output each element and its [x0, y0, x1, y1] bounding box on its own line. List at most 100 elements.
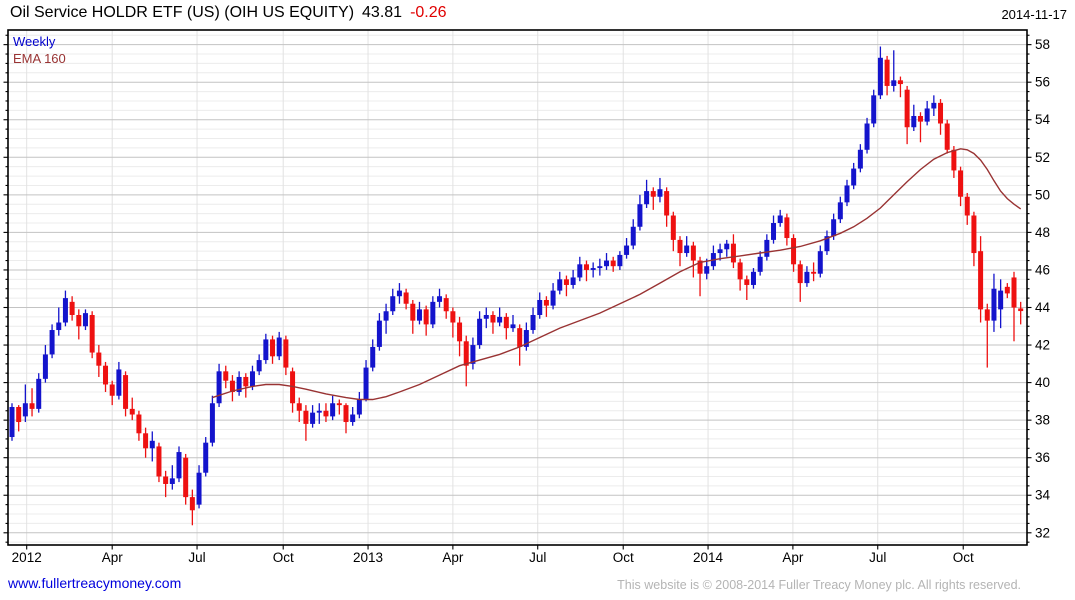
candle-wick: [512, 315, 514, 332]
candle-wick: [58, 307, 60, 336]
candle-down: [443, 298, 449, 312]
candle-up: [249, 371, 255, 387]
candle-down: [730, 243, 736, 263]
x-tick-label: 2013: [353, 550, 383, 565]
candle-down: [958, 170, 964, 197]
candle-up: [804, 271, 810, 284]
candle-down: [938, 102, 944, 124]
candle-up: [216, 371, 222, 404]
y-tick-label: 44: [1035, 300, 1051, 315]
x-tick-label: Jul: [188, 550, 205, 565]
candle-down: [971, 215, 977, 254]
candle-down: [129, 408, 135, 415]
y-tick-label: 40: [1035, 375, 1050, 390]
candle-up: [837, 202, 843, 220]
candle-down: [884, 59, 890, 86]
candle-down: [583, 264, 589, 270]
candle-down: [944, 123, 950, 150]
candle-wick: [565, 275, 568, 297]
candle-down: [744, 279, 750, 285]
candle-down: [76, 315, 82, 327]
candle-up: [871, 95, 877, 124]
y-tick-label: 42: [1035, 338, 1050, 353]
candle-down: [69, 301, 75, 316]
candle-up: [49, 330, 55, 355]
candle-down: [690, 245, 696, 261]
x-tick-label: Apr: [102, 550, 124, 565]
candle-up: [657, 189, 663, 197]
candle-up: [717, 249, 723, 254]
candle-wick: [1020, 301, 1022, 325]
candle-down: [89, 315, 95, 353]
candle-up: [203, 442, 209, 473]
candle-down: [1011, 277, 1017, 308]
candle-up: [36, 378, 42, 409]
candle-up: [169, 478, 175, 484]
candle-up: [617, 254, 623, 267]
x-tick-label: Apr: [442, 550, 464, 565]
candle-down: [296, 403, 302, 411]
candle-up: [844, 185, 850, 203]
y-tick-label: 32: [1035, 525, 1050, 540]
x-tick-label: Oct: [613, 550, 634, 565]
candle-down: [96, 352, 102, 366]
fullertreacymoney-link[interactable]: www.fullertreacymoney.com: [8, 575, 181, 591]
candle-down: [143, 433, 149, 449]
candle-up: [637, 204, 643, 227]
candle-down: [336, 403, 342, 406]
candle-up: [684, 245, 690, 254]
candle-down: [1018, 308, 1024, 312]
candle-down: [664, 191, 670, 216]
candle-down: [109, 384, 115, 396]
candle-up: [777, 215, 783, 224]
candle-down: [897, 80, 903, 85]
candle-down: [156, 446, 162, 477]
candle-up: [537, 299, 543, 316]
y-tick-label: 50: [1035, 187, 1050, 202]
copyright-text: This website is © 2008-2014 Fuller Treac…: [617, 578, 1021, 592]
candle-up: [757, 256, 763, 272]
candle-up: [396, 290, 402, 297]
candle-up: [724, 243, 730, 250]
candle-up: [330, 403, 336, 417]
candle-up: [430, 301, 436, 325]
x-tick-label: 2012: [12, 550, 42, 565]
chart-page: Oil Service HOLDR ETF (US) (OIH US EQUIT…: [0, 0, 1075, 600]
y-tick-label: 52: [1035, 150, 1050, 165]
x-tick-label: Jul: [869, 550, 886, 565]
candle-wick: [585, 260, 588, 282]
candle-up: [764, 239, 770, 257]
candle-down: [189, 497, 195, 511]
candle-up: [62, 298, 68, 323]
y-tick-label: 58: [1035, 37, 1050, 52]
y-tick-label: 36: [1035, 450, 1050, 465]
candle-down: [423, 309, 429, 325]
candle-down: [490, 315, 496, 323]
candle-up: [924, 108, 930, 122]
candle-up: [263, 339, 269, 361]
candle-up: [350, 414, 356, 423]
candle-down: [784, 217, 790, 239]
candle-up: [911, 115, 917, 128]
chart-legend: Weekly EMA 160: [13, 33, 66, 67]
candle-up: [590, 268, 596, 270]
candle-up: [196, 472, 202, 505]
candle-up: [22, 403, 28, 417]
candle-up: [630, 226, 636, 246]
price-chart: 32 34 36 38 40 42 44 46 48 50 52 54 56 58 2012 Apr Jul Oc…: [3, 29, 1051, 565]
candle-up: [857, 149, 863, 169]
candle-down: [964, 196, 970, 216]
candle-down: [463, 341, 469, 366]
candle-up: [851, 168, 857, 186]
candle-down: [677, 239, 683, 254]
candle-up: [256, 360, 262, 372]
candle-down: [737, 262, 743, 280]
y-tick-label: 54: [1035, 112, 1051, 127]
candle-up: [831, 219, 837, 237]
candle-down: [917, 115, 923, 122]
candle-down: [904, 89, 910, 128]
candle-up: [383, 311, 389, 321]
candle-up: [771, 223, 777, 240]
candle-down: [163, 476, 169, 484]
candle-up: [991, 288, 997, 321]
